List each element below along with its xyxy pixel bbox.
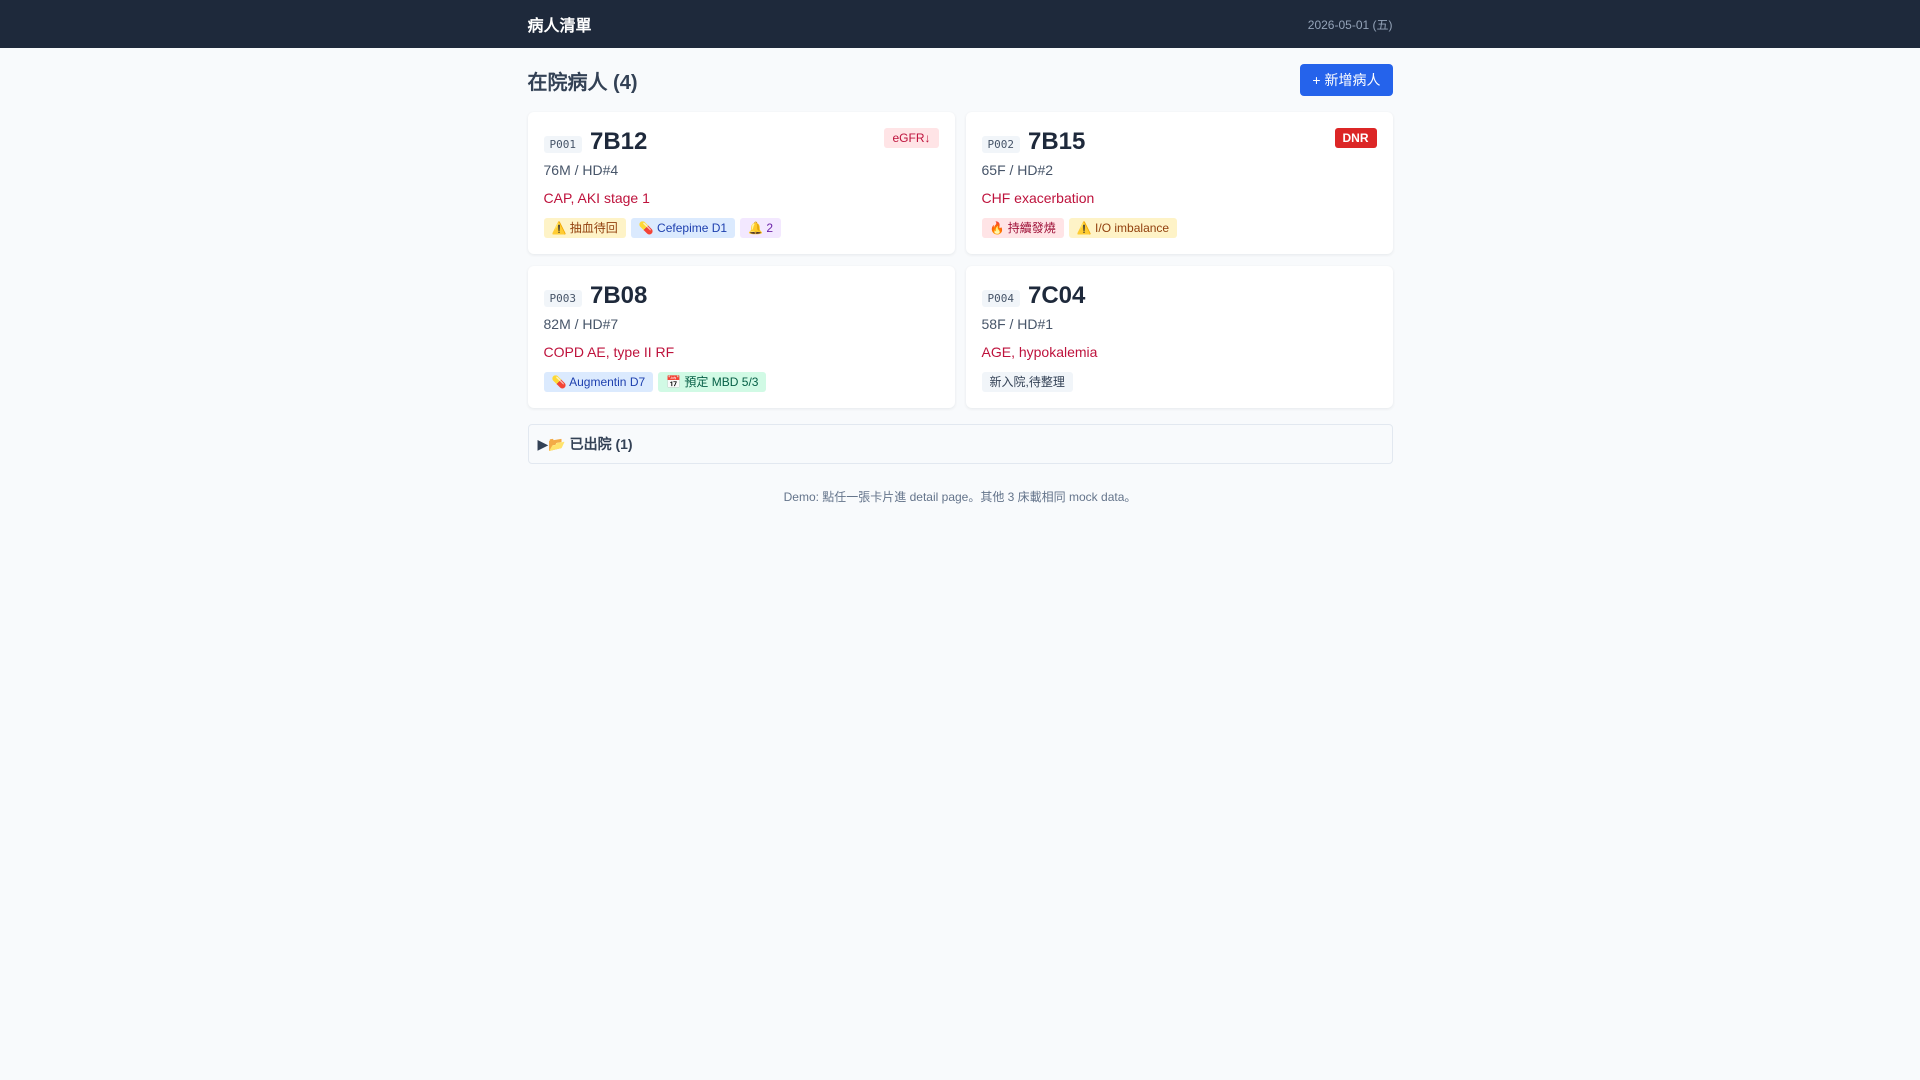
patient-demographics: 82M / HD#7 xyxy=(543,316,619,332)
new-admission-tag: 新入院,待整理 xyxy=(981,372,1073,392)
fever-tag: 🔥 持續發燒 xyxy=(981,218,1064,238)
discharged-section-toggle[interactable]: ▶📂 已出院 (1) xyxy=(527,424,1393,464)
patient-diagnosis: COPD AE, type II RF xyxy=(543,344,675,360)
patient-demographics: 58F / HD#1 xyxy=(981,316,1054,332)
patient-demographics: 65F / HD#2 xyxy=(981,162,1054,178)
patient-id: P004 xyxy=(981,290,1020,307)
app-title: 病人清單 xyxy=(527,18,592,35)
discharge-plan-tag: 📅 預定 MBD 5/3 xyxy=(658,372,767,392)
patient-card[interactable]: P002 7B15 DNR 65F / HD#2 CHF exacerbatio… xyxy=(965,112,1393,254)
alert-count-tag: 🔔 2 xyxy=(740,218,782,238)
bed-number: 7B15 xyxy=(1028,128,1086,155)
io-imbalance-tag: ⚠️ I/O imbalance xyxy=(1068,218,1178,238)
lab-pending-tag: ⚠️ 抽血待回 xyxy=(543,218,626,238)
patient-diagnosis: CHF exacerbation xyxy=(981,190,1095,206)
patient-grid: P001 7B12 eGFR↓ 76M / HD#4 CAP, AKI stag… xyxy=(527,112,1393,408)
patient-id: P002 xyxy=(981,136,1020,153)
demo-note: Demo: 點任一張卡片進 detail page。其他 3 床載相同 mock… xyxy=(783,490,1137,504)
patient-id: P003 xyxy=(543,290,582,307)
egfr-badge: eGFR↓ xyxy=(884,128,939,148)
antibiotic-tag: 💊 Cefepime D1 xyxy=(630,218,736,238)
bed-number: 7B08 xyxy=(590,282,648,309)
patient-card[interactable]: P001 7B12 eGFR↓ 76M / HD#4 CAP, AKI stag… xyxy=(527,112,955,254)
antibiotic-tag: 💊 Augmentin D7 xyxy=(543,372,654,392)
current-date: 2026-05-01 (五) xyxy=(1307,17,1393,32)
bed-number: 7B12 xyxy=(590,128,648,155)
dnr-badge: DNR xyxy=(1334,128,1377,148)
bed-number: 7C04 xyxy=(1028,282,1086,309)
patient-diagnosis: CAP, AKI stage 1 xyxy=(543,190,650,206)
add-patient-button[interactable]: + 新增病人 xyxy=(1300,64,1393,96)
patient-card[interactable]: P003 7B08 82M / HD#7 COPD AE, type II RF… xyxy=(527,266,955,408)
main-content: 在院病人 (4) + 新增病人 P001 7B12 eGFR↓ 76M / HD… xyxy=(527,64,1393,505)
patient-demographics: 76M / HD#4 xyxy=(543,162,619,178)
patient-id: P001 xyxy=(543,136,582,153)
patient-diagnosis: AGE, hypokalemia xyxy=(981,344,1098,360)
page-title: 在院病人 (4) xyxy=(527,71,638,94)
patient-card[interactable]: P004 7C04 58F / HD#1 AGE, hypokalemia 新入… xyxy=(965,266,1393,408)
top-bar: 病人清單 2026-05-01 (五) xyxy=(0,0,1920,48)
